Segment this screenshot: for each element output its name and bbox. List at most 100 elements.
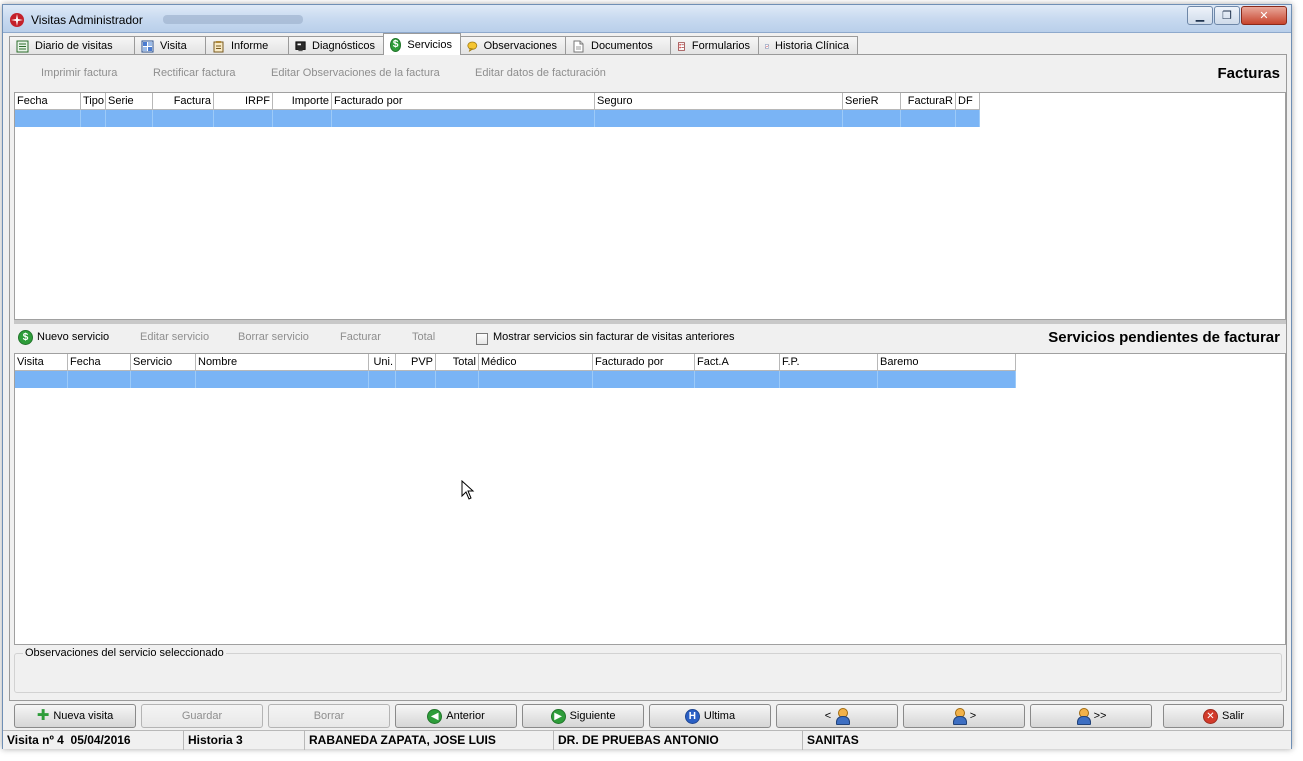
borrar-button[interactable]: Borrar (268, 704, 390, 728)
column-header[interactable]: Facturado por (593, 354, 695, 371)
status-medico: DR. DE PRUEBAS ANTONIO (554, 731, 803, 750)
column-header[interactable]: Visita (15, 354, 68, 371)
tab-label: Observaciones (483, 40, 557, 52)
button-label: Salir (1221, 710, 1244, 722)
table-row[interactable] (15, 110, 980, 127)
nuevo-servicio-button[interactable]: Nuevo servicio (37, 331, 109, 343)
servicios-grid-header: Visita Fecha Servicio Nombre Uni. PVP To… (15, 354, 1016, 371)
servicios-toolbar: $ Nuevo servicio Editar servicio Borrar … (10, 326, 1286, 350)
status-seguro: SANITAS (807, 733, 859, 747)
column-header[interactable]: FacturaR (901, 93, 956, 110)
tab-documentos[interactable]: Documentos (565, 36, 671, 55)
column-header[interactable]: IRPF (214, 93, 273, 110)
tab-diario-de-visitas[interactable]: Diario de visitas (9, 36, 135, 55)
tab-label: Diagnósticos (312, 40, 375, 52)
next-patient-button[interactable]: > (903, 704, 1025, 728)
previous-patient-button[interactable]: < (776, 704, 898, 728)
editar-observaciones-factura-button[interactable]: Editar Observaciones de la factura (271, 67, 440, 79)
column-header[interactable]: Uni. (369, 354, 396, 371)
siguiente-button[interactable]: ▶ Siguiente (522, 704, 644, 728)
status-bar: Visita nº 4 05/04/2016 Historia 3 RABANE… (3, 730, 1291, 750)
tab-informe[interactable]: Informe (205, 36, 289, 55)
button-label: Siguiente (569, 710, 616, 722)
dollar-icon: $ (18, 330, 33, 345)
observaciones-group[interactable]: Observaciones del servicio seleccionado (14, 647, 1282, 693)
monitor-icon (295, 40, 306, 51)
chart-icon (765, 44, 769, 48)
column-header[interactable]: Servicio (131, 354, 196, 371)
plus-icon: ✚ (36, 707, 50, 724)
list-icon (16, 40, 29, 52)
exit-icon: ✕ (1202, 708, 1218, 724)
column-header[interactable]: Total (436, 354, 479, 371)
column-header[interactable]: PVP (396, 354, 436, 371)
tab-visita[interactable]: Visita (134, 36, 206, 55)
tab-formularios[interactable]: Formularios (670, 36, 759, 55)
column-header[interactable]: Tipo (81, 93, 106, 110)
title-bar[interactable]: Visitas Administrador ▁ ❐ ✕ (3, 5, 1291, 33)
arrow-right-icon: ▶ (550, 708, 566, 724)
mostrar-servicios-label[interactable]: Mostrar servicios sin facturar de visita… (493, 331, 734, 343)
clipboard-icon (213, 40, 224, 52)
facturas-grid[interactable]: Fecha Tipo Serie Factura IRPF Importe Fa… (14, 92, 1286, 320)
tab-historia-clinica[interactable]: Historia Clínica (758, 36, 858, 55)
button-label: Guardar (181, 710, 223, 722)
column-header[interactable]: Serie (106, 93, 153, 110)
button-label: > (969, 710, 977, 722)
observaciones-label: Observaciones del servicio seleccionado (23, 647, 226, 659)
facturas-title: Facturas (1217, 65, 1280, 82)
button-label: Nueva visita (53, 710, 114, 722)
servicios-title: Servicios pendientes de facturar (1048, 329, 1280, 346)
button-label: >> (1093, 710, 1107, 722)
table-row[interactable] (15, 371, 1016, 388)
nueva-visita-button[interactable]: ✚ Nueva visita (14, 704, 136, 728)
dollar-icon: $ (390, 37, 402, 52)
app-logo-icon (10, 13, 24, 27)
total-button[interactable]: Total (412, 331, 435, 343)
editar-servicio-button[interactable]: Editar servicio (140, 331, 209, 343)
column-header[interactable]: Fecha (68, 354, 131, 371)
column-header[interactable]: Factura (153, 93, 214, 110)
minimize-button[interactable]: ▁ (1187, 6, 1213, 25)
grid-icon (141, 40, 154, 52)
column-header[interactable]: Baremo (878, 354, 1016, 371)
mostrar-servicios-checkbox[interactable] (476, 333, 488, 345)
column-header[interactable]: DF (956, 93, 980, 110)
imprimir-factura-button[interactable]: Imprimir factura (41, 67, 117, 79)
tab-label: Servicios (407, 38, 452, 51)
servicios-panel: Imprimir factura Rectificar factura Edit… (9, 54, 1287, 701)
column-header[interactable]: SerieR (843, 93, 901, 110)
tab-diagnosticos[interactable]: Diagnósticos (288, 36, 384, 55)
close-window-button[interactable]: ✕ (1241, 6, 1287, 25)
ultima-button[interactable]: H Ultima (649, 704, 771, 728)
facturar-button[interactable]: Facturar (340, 331, 381, 343)
maximize-button[interactable]: ❐ (1214, 6, 1240, 25)
tab-observaciones[interactable]: Observaciones (460, 36, 566, 55)
column-header[interactable]: Médico (479, 354, 593, 371)
panel-splitter[interactable] (14, 320, 1286, 324)
last-patient-button[interactable]: >> (1030, 704, 1152, 728)
arrow-left-icon: ◀ (427, 708, 443, 724)
column-header[interactable]: Fact.A (695, 354, 780, 371)
form-icon (678, 41, 685, 51)
column-header[interactable]: F.P. (780, 354, 878, 371)
status-paciente: RABANEDA ZAPATA, JOSE LUIS (305, 731, 554, 750)
borrar-servicio-button[interactable]: Borrar servicio (238, 331, 309, 343)
tab-servicios[interactable]: $ Servicios (383, 33, 461, 55)
document-icon (573, 40, 584, 52)
tab-bar: Diario de visitas Visita Informe Diagnós… (9, 33, 858, 55)
column-header[interactable]: Facturado por (332, 93, 595, 110)
main-window: Visitas Administrador ▁ ❐ ✕ Diario de vi… (2, 4, 1292, 750)
editar-datos-facturacion-button[interactable]: Editar datos de facturación (475, 67, 606, 79)
column-header[interactable]: Nombre (196, 354, 369, 371)
guardar-button[interactable]: Guardar (141, 704, 263, 728)
column-header[interactable]: Fecha (15, 93, 81, 110)
salir-button[interactable]: ✕ Salir (1163, 704, 1284, 728)
column-header[interactable]: Importe (273, 93, 332, 110)
anterior-button[interactable]: ◀ Anterior (395, 704, 517, 728)
rectificar-factura-button[interactable]: Rectificar factura (153, 67, 236, 79)
servicios-grid[interactable]: Visita Fecha Servicio Nombre Uni. PVP To… (14, 353, 1286, 645)
tab-label: Documentos (591, 40, 653, 52)
column-header[interactable]: Seguro (595, 93, 843, 110)
facturas-toolbar: Imprimir factura Rectificar factura Edit… (10, 62, 1286, 86)
